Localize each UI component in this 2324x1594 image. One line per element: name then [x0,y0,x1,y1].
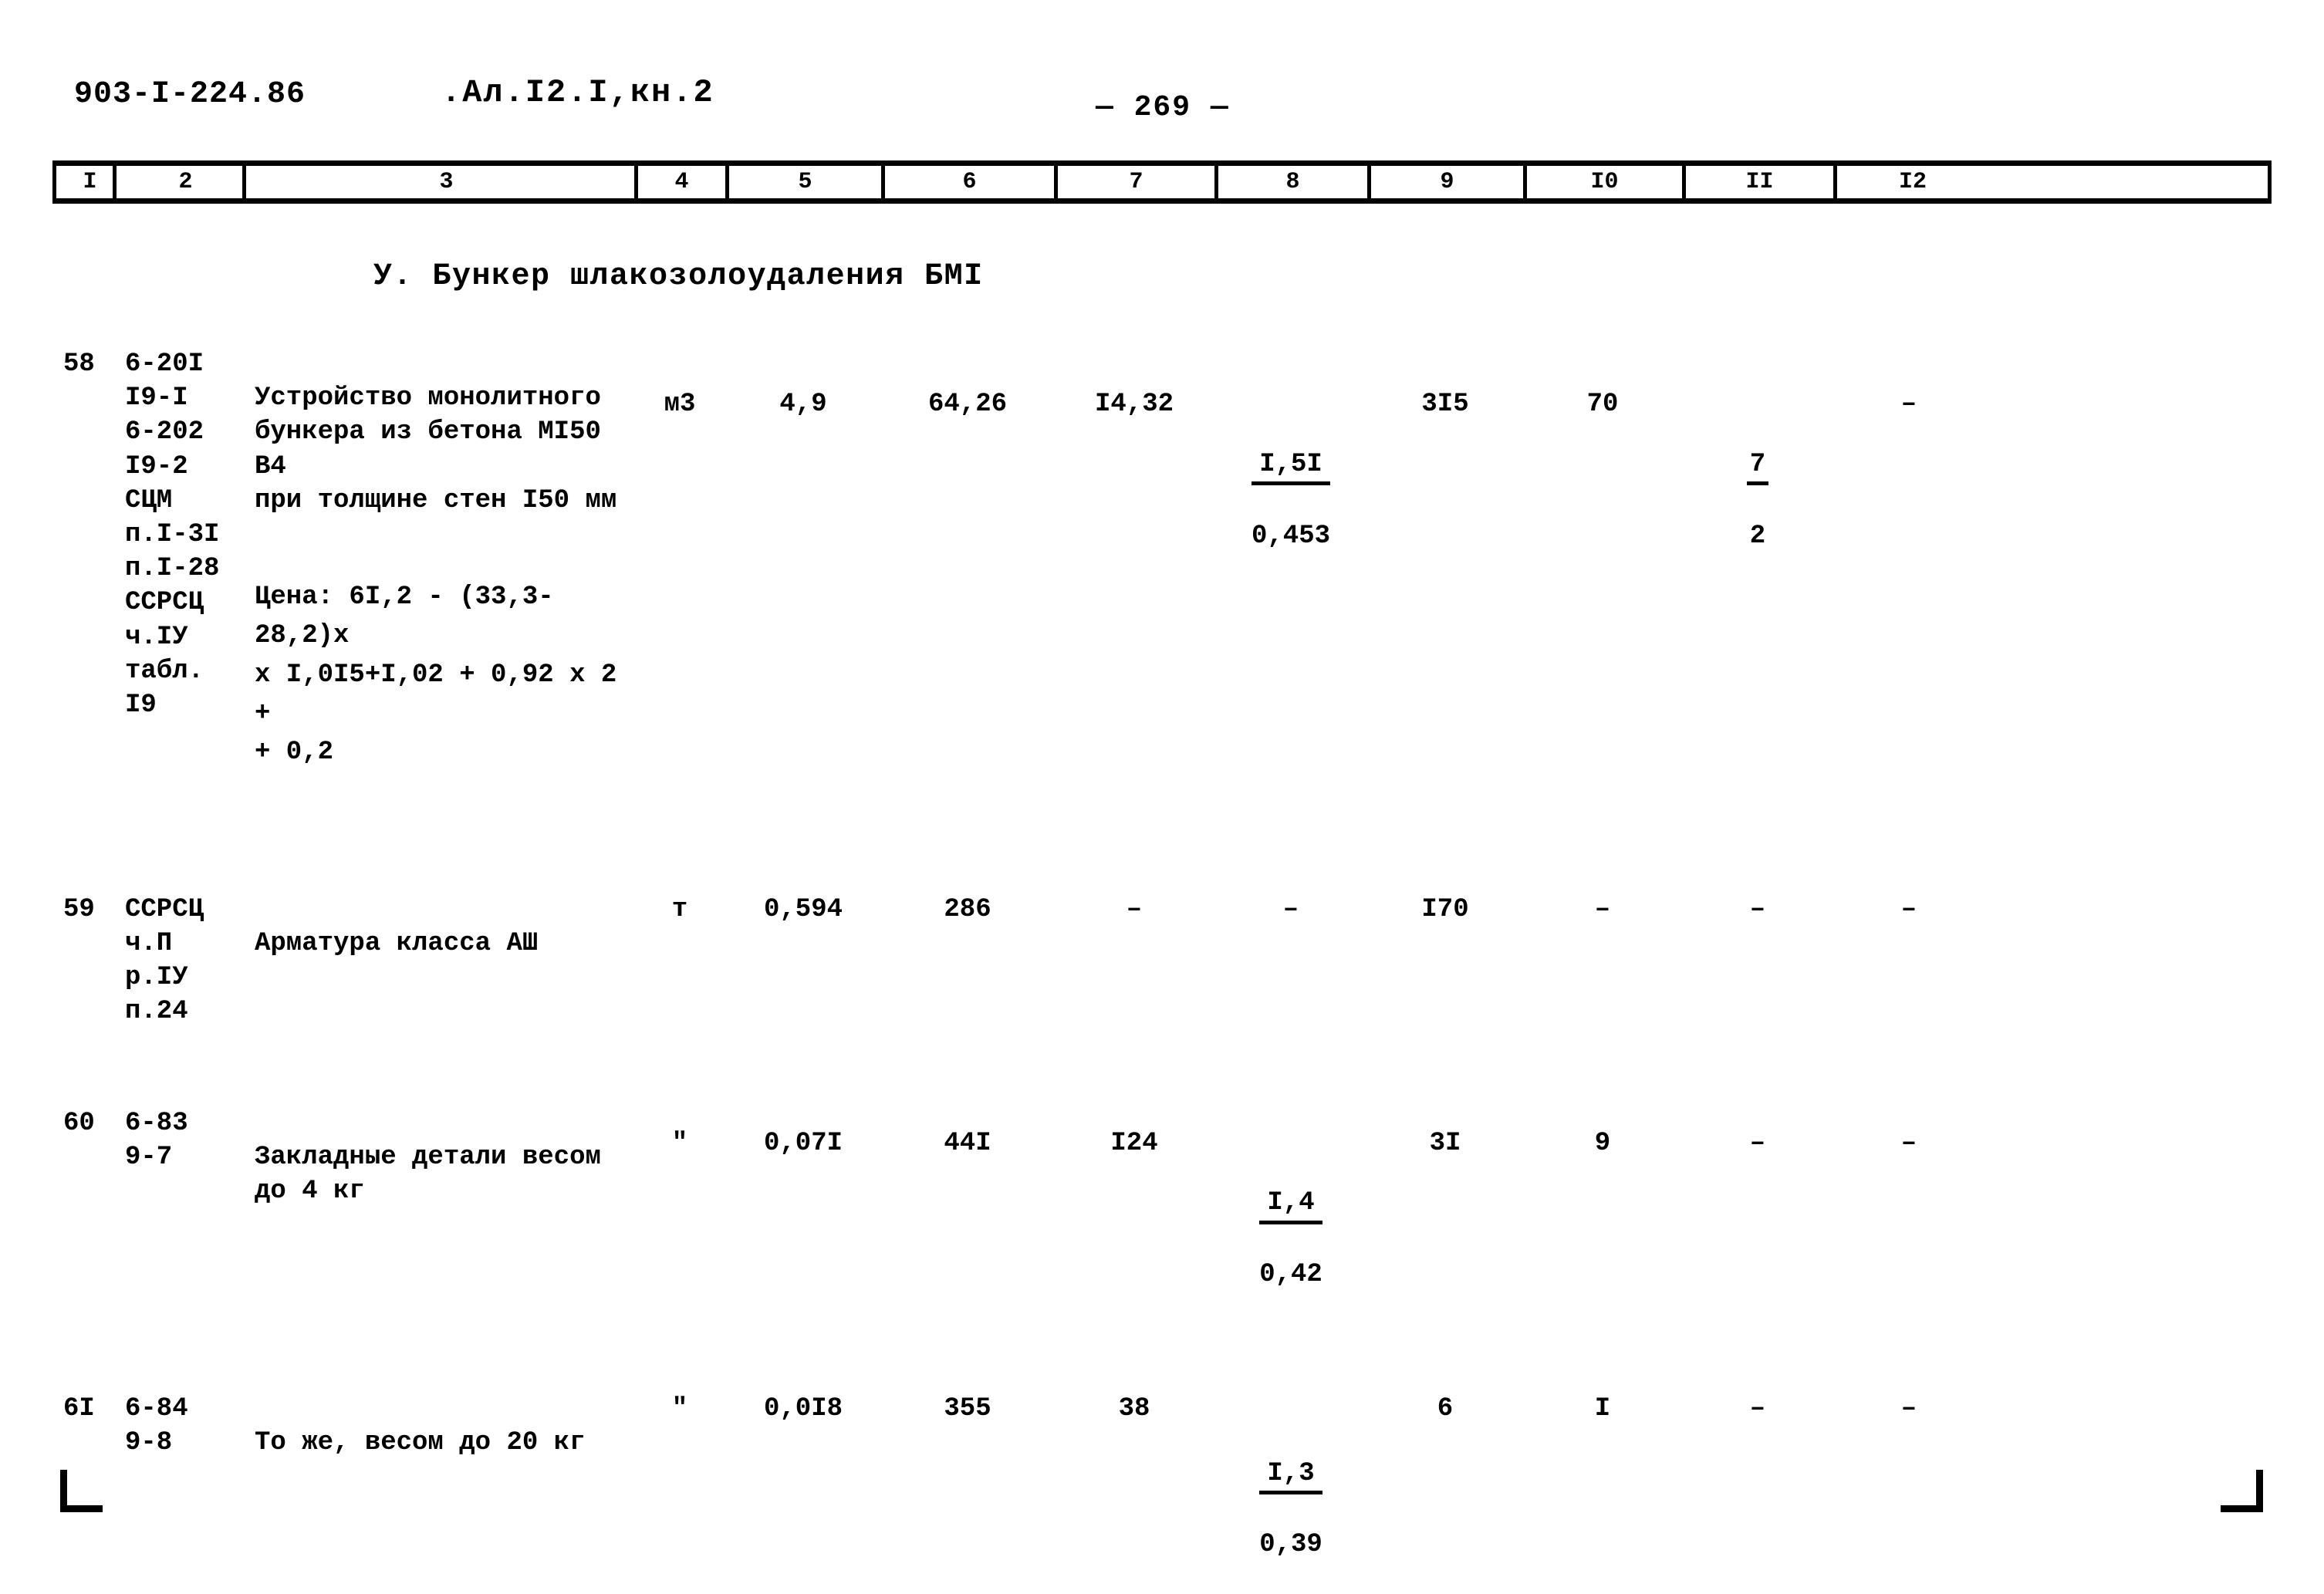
row-qty: 4,9 [779,390,827,419]
row-col8-numerator: I,5I [1251,449,1331,486]
table-row: 59 ССРСЦ ч.П р.IУ п.24 Арматура класса А… [52,893,2272,1029]
column-number-12: I2 [1898,169,1927,195]
column-number-2: 2 [117,166,246,198]
row-unit: " [671,1128,688,1158]
row-col12: – [1900,1128,1917,1158]
row-description: Закладные детали весом до 4 кг [255,1142,601,1206]
row-qty: 0,07I [763,1128,843,1158]
row-code: ССРСЦ ч.П р.IУ п.24 [125,894,204,1027]
estimate-table-body: 58 6-20I I9-I 6-202 I9-2 СЦМ п.I-3I п.I-… [52,347,2272,1594]
row-col8-numerator: I,3 [1259,1458,1322,1494]
row-col10: I [1594,1393,1611,1423]
table-row: 58 6-20I I9-I 6-202 I9-2 СЦМ п.I-3I п.I-… [52,347,2272,806]
row-col11: – [1749,894,1766,924]
row-col6: 355 [944,1393,991,1423]
row-description: Устройство монолитного бункера из бетона… [255,383,617,515]
row-col7: I24 [1110,1128,1158,1158]
row-unit: " [671,1393,688,1423]
row-name-cell: То же, весом до 20 кг [242,1392,634,1494]
document-code: 903-I-224.86 [74,77,306,112]
column-number-4: 4 [638,166,729,198]
column-number-9: 9 [1371,166,1527,198]
row-col12: – [1900,390,1917,419]
row-col11-numerator: 7 [1746,449,1769,486]
table-row: 6I 6-84 9-8 То же, весом до 20 кг " 0,0I… [52,1392,2272,1594]
row-col6: 44I [944,1128,991,1158]
row-col10: 70 [1586,390,1619,419]
row-col11: – [1749,1128,1766,1158]
row-col7: 38 [1118,1393,1150,1423]
row-col8-denominator: 0,39 [1259,1530,1322,1560]
row-number: 6I [63,1393,95,1423]
row-code: 6-84 9-8 [125,1393,188,1458]
row-col12: – [1900,1393,1917,1423]
section-heading: У. Бункер шлакозолоудаления БМI [373,259,984,294]
row-col8-fraction: I,5I 0,453 [1251,417,1331,584]
row-name-cell: Закладные детали весом до 4 кг [242,1106,634,1243]
column-number-6: 6 [885,166,1058,198]
row-col10: – [1594,894,1611,924]
document-page: 903-I-224.86 .Ал.I2.I,кн.2 — 269 — I 2 3… [0,0,2324,1594]
row-col8-denominator: 0,42 [1259,1260,1322,1290]
row-code: 6-83 9-7 [125,1108,188,1172]
row-name-cell: Устройство монолитного бункера из бетона… [242,347,634,806]
row-name-cell: Арматура класса АШ [242,893,634,995]
row-number: 58 [63,350,95,379]
row-col9: 3I [1429,1128,1461,1158]
row-col9: I70 [1421,894,1469,924]
column-number-7: 7 [1058,166,1218,198]
row-col7: I4,32 [1094,390,1174,419]
column-number-10: I0 [1527,166,1686,198]
row-col8: – [1282,894,1299,924]
crop-mark-bottom-right [2221,1470,2263,1512]
row-col10: 9 [1594,1128,1611,1158]
row-col6: 286 [944,894,991,924]
row-qty: 0,0I8 [763,1393,843,1423]
album-code: .Ал.I2.I,кн.2 [441,74,714,111]
column-number-3: 3 [246,166,638,198]
row-description: Арматура класса АШ [255,929,539,959]
crop-mark-bottom-left [60,1470,103,1512]
column-number-1: I [56,166,117,198]
row-number: 59 [63,894,95,924]
row-unit: т [671,894,688,924]
row-col8-fraction: I,4 0,42 [1259,1156,1322,1323]
row-col12: – [1900,894,1917,924]
row-col7: – [1126,894,1143,924]
row-unit: м3 [664,390,696,419]
row-code: 6-20I I9-I 6-202 I9-2 СЦМ п.I-3I п.I-28 … [125,350,220,720]
row-col6: 64,26 [927,390,1008,419]
row-col11-fraction: 7 2 [1746,417,1769,584]
page-number: — 269 — [1096,91,1230,124]
row-col9: 3I5 [1421,390,1469,419]
row-col11: – [1749,1393,1766,1423]
row-description: То же, весом до 20 кг [255,1428,586,1458]
row-price-note: Цена: 6I,2 - (33,3-28,2)х х I,0I5+I,02 +… [255,583,617,768]
row-col11: 7 2 [1682,347,1833,585]
row-col8-numerator: I,4 [1259,1187,1322,1224]
column-number-11: II [1686,166,1837,198]
row-col8: I,4 0,42 [1214,1106,1367,1324]
row-col8-denominator: 0,453 [1251,521,1331,551]
column-number-5: 5 [729,166,885,198]
row-col8: I,3 0,39 [1214,1392,1367,1594]
row-qty: 0,594 [763,894,843,924]
column-number-band: I 2 3 4 5 6 7 8 9 I0 II I2 [52,160,2272,204]
row-col8: I,5I 0,453 [1214,347,1367,585]
column-number-8: 8 [1218,166,1371,198]
row-col8-fraction: I,3 0,39 [1259,1426,1322,1593]
row-number: 60 [63,1108,95,1138]
row-col11-denominator: 2 [1749,521,1766,551]
table-row: 60 6-83 9-7 Закладные детали весом до 4 … [52,1106,2272,1324]
row-col9: 6 [1437,1393,1454,1423]
